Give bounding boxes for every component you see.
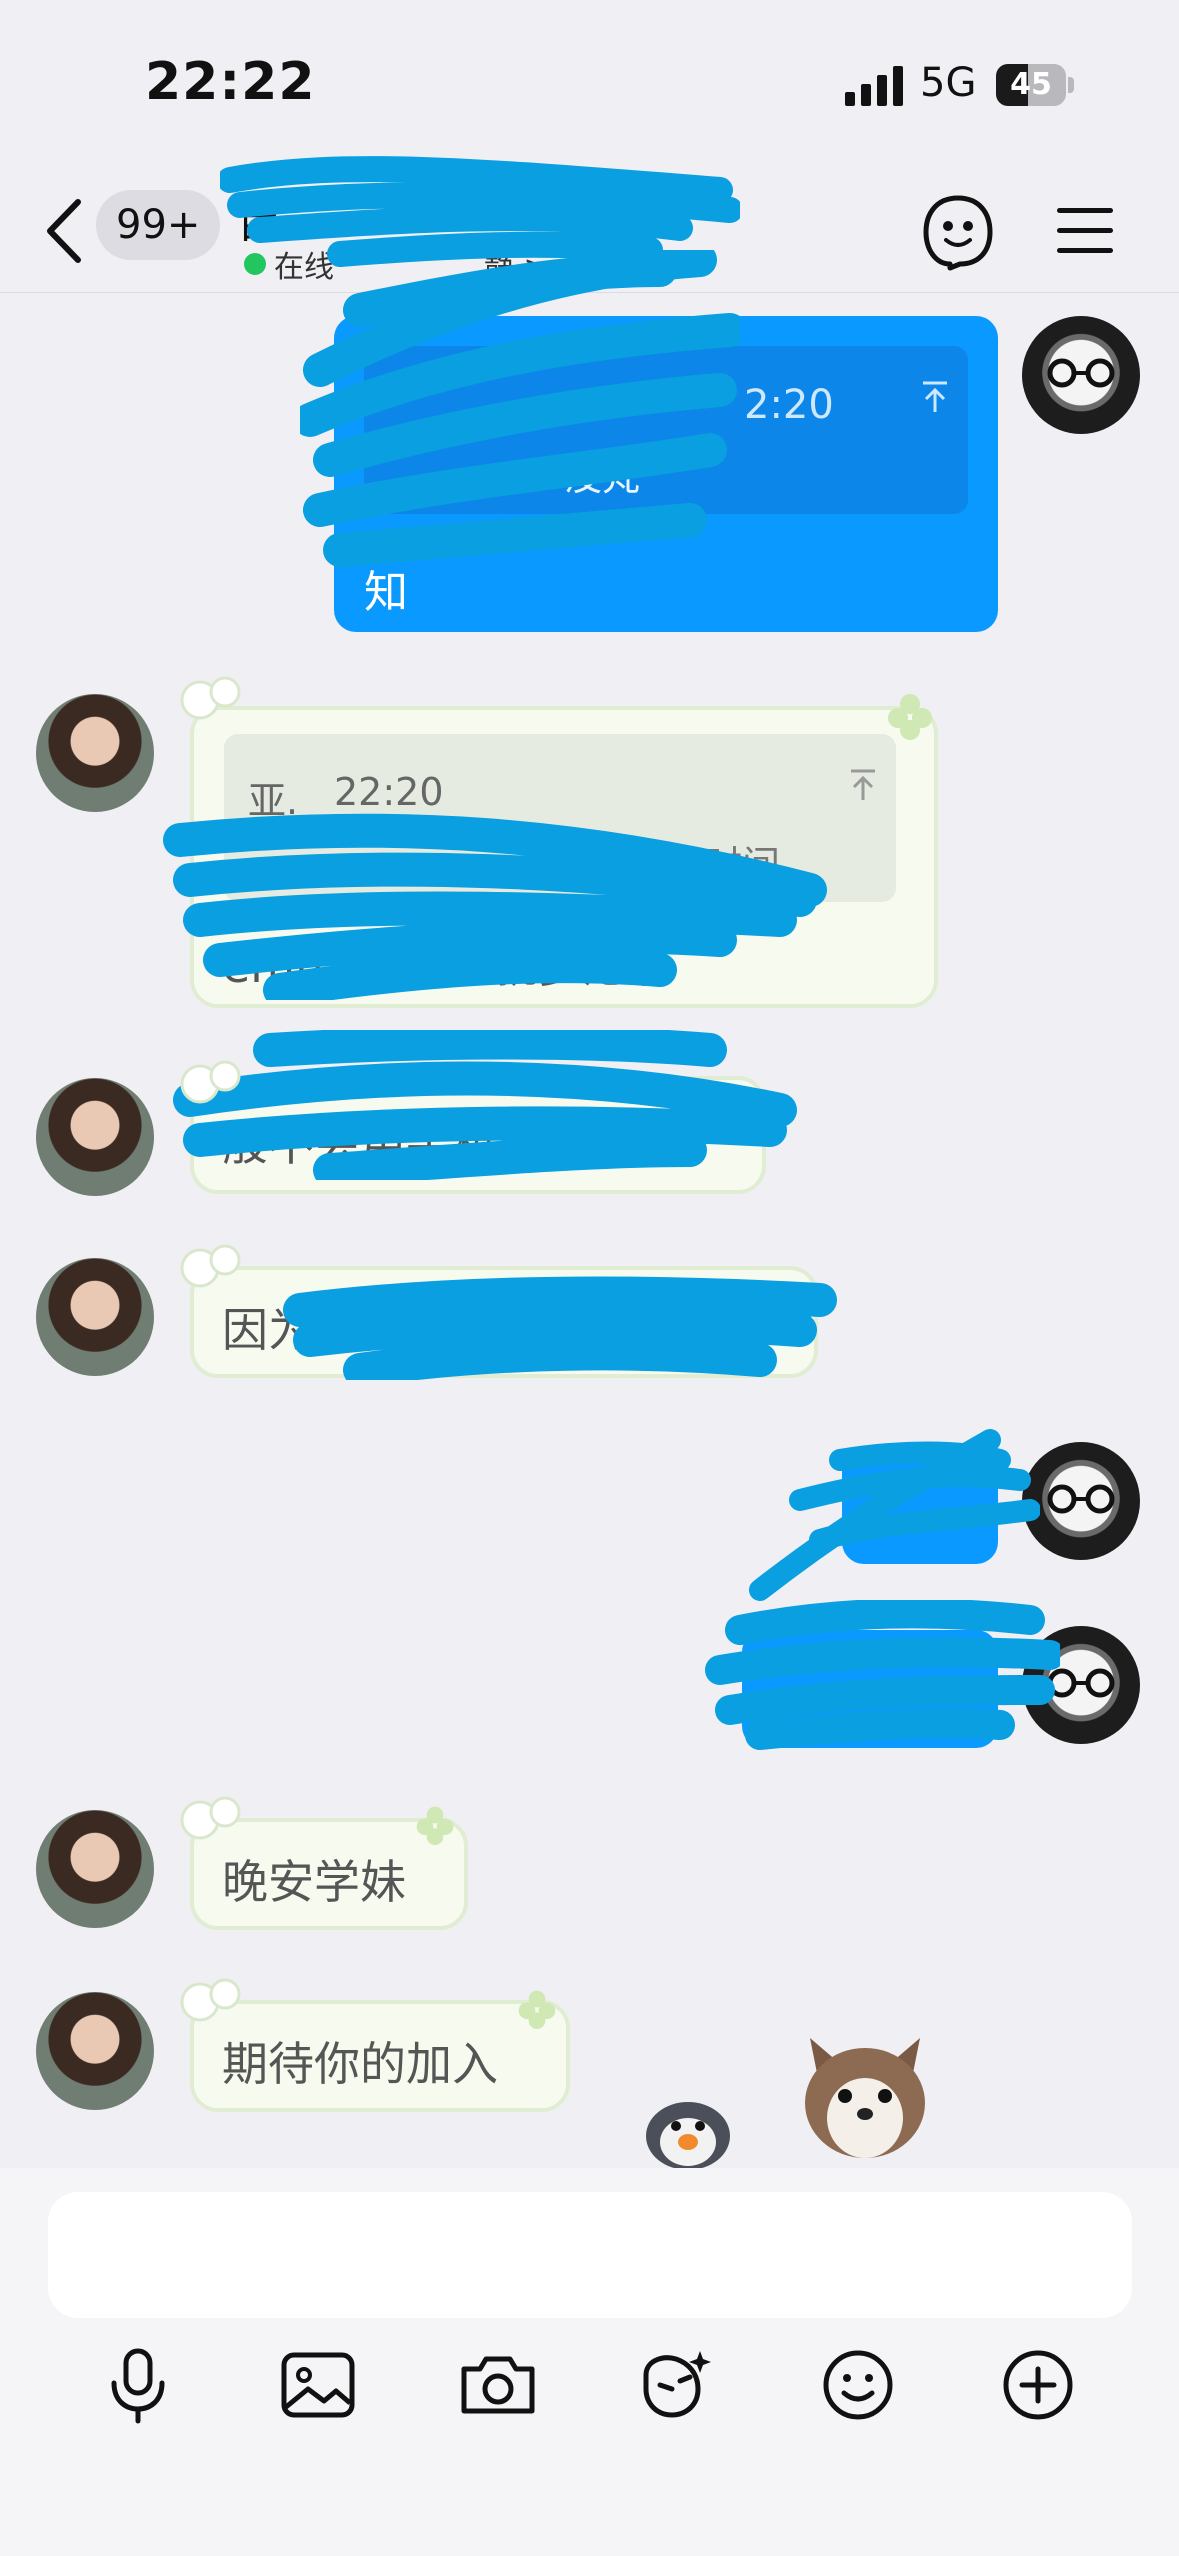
battery-icon: 45	[996, 64, 1074, 106]
jump-to-top-icon[interactable]	[848, 768, 878, 802]
back-button[interactable]	[36, 196, 96, 266]
quoted-message[interactable]: 2:20 没梵	[364, 346, 968, 514]
image-icon[interactable]	[278, 2345, 358, 2425]
quoted-time: 22:20	[334, 770, 444, 814]
jump-to-top-icon[interactable]	[920, 380, 950, 414]
status-suffix: 静 >	[484, 250, 549, 285]
dog-sticker-icon[interactable]	[790, 2018, 940, 2168]
contact-avatar[interactable]	[36, 694, 154, 812]
incoming-message-bubble[interactable]: 因为	[190, 1266, 818, 1378]
message-text: 期待你的加入	[222, 2037, 498, 2091]
quoted-text: 没梵	[564, 455, 641, 499]
status-bar: 22:22 5G 45	[0, 0, 1179, 170]
my-avatar[interactable]	[1022, 1442, 1140, 1560]
quoted-sender: 亚.	[248, 779, 299, 823]
unread-count-badge[interactable]: 99+	[96, 190, 221, 260]
message-text: 般不会用手机的时间的	[222, 1117, 682, 1171]
my-avatar[interactable]	[1022, 316, 1140, 434]
add-icon[interactable]	[998, 2345, 1078, 2425]
sticker-icon[interactable]	[636, 2345, 716, 2425]
incoming-message-bubble[interactable]: 亚. 22:20 时间 emmm 这个就多虑了	[190, 706, 938, 1008]
contact-name[interactable]: 亩	[238, 186, 282, 250]
clock: 22:22	[145, 52, 316, 112]
online-status[interactable]: 在线 静 >	[244, 242, 549, 286]
incoming-message-bubble[interactable]: 般不会用手机的时间的	[190, 1076, 766, 1194]
menu-icon[interactable]	[1055, 204, 1115, 258]
clover-decoration-icon	[888, 694, 932, 740]
quoted-text: 时间	[704, 843, 781, 887]
contact-avatar[interactable]	[36, 1078, 154, 1196]
signal-icon	[845, 66, 903, 106]
ghost-face-icon[interactable]	[920, 192, 996, 272]
network-type: 5G	[920, 60, 977, 106]
quoted-time: 2:20	[744, 382, 834, 428]
battery-percentage: 45	[1010, 67, 1052, 102]
online-dot-icon	[244, 253, 266, 275]
clover-decoration-icon	[518, 1990, 556, 2029]
contact-avatar[interactable]	[36, 1992, 154, 2110]
message-text: emmm 这个就多虑了	[222, 939, 676, 993]
quoted-message[interactable]: 亚. 22:20 时间	[224, 734, 896, 902]
online-status-label: 在线	[274, 250, 334, 285]
flower-decoration-icon	[180, 1796, 241, 1840]
flower-decoration-icon	[180, 1978, 241, 2022]
message-input[interactable]	[48, 2192, 1132, 2318]
outgoing-message-bubble[interactable]	[742, 1630, 998, 1748]
flower-decoration-icon	[180, 1060, 241, 1104]
emoji-icon[interactable]	[818, 2345, 898, 2425]
outgoing-message-bubble[interactable]: 2:20 没梵 知	[334, 316, 998, 632]
camera-icon[interactable]	[458, 2345, 538, 2425]
clover-decoration-icon	[416, 1806, 454, 1845]
contact-avatar[interactable]	[36, 1810, 154, 1928]
microphone-icon[interactable]	[98, 2345, 178, 2425]
message-text: 知	[364, 567, 408, 618]
my-avatar[interactable]	[1022, 1626, 1140, 1744]
flower-decoration-icon	[180, 1244, 241, 1288]
contact-avatar[interactable]	[36, 1258, 154, 1376]
flower-decoration-icon	[180, 676, 241, 720]
outgoing-message-bubble[interactable]	[842, 1446, 998, 1564]
chat-header: 99+ 亩 在线 静 >	[0, 170, 1179, 293]
penguin-sticker-icon[interactable]	[636, 2080, 740, 2170]
